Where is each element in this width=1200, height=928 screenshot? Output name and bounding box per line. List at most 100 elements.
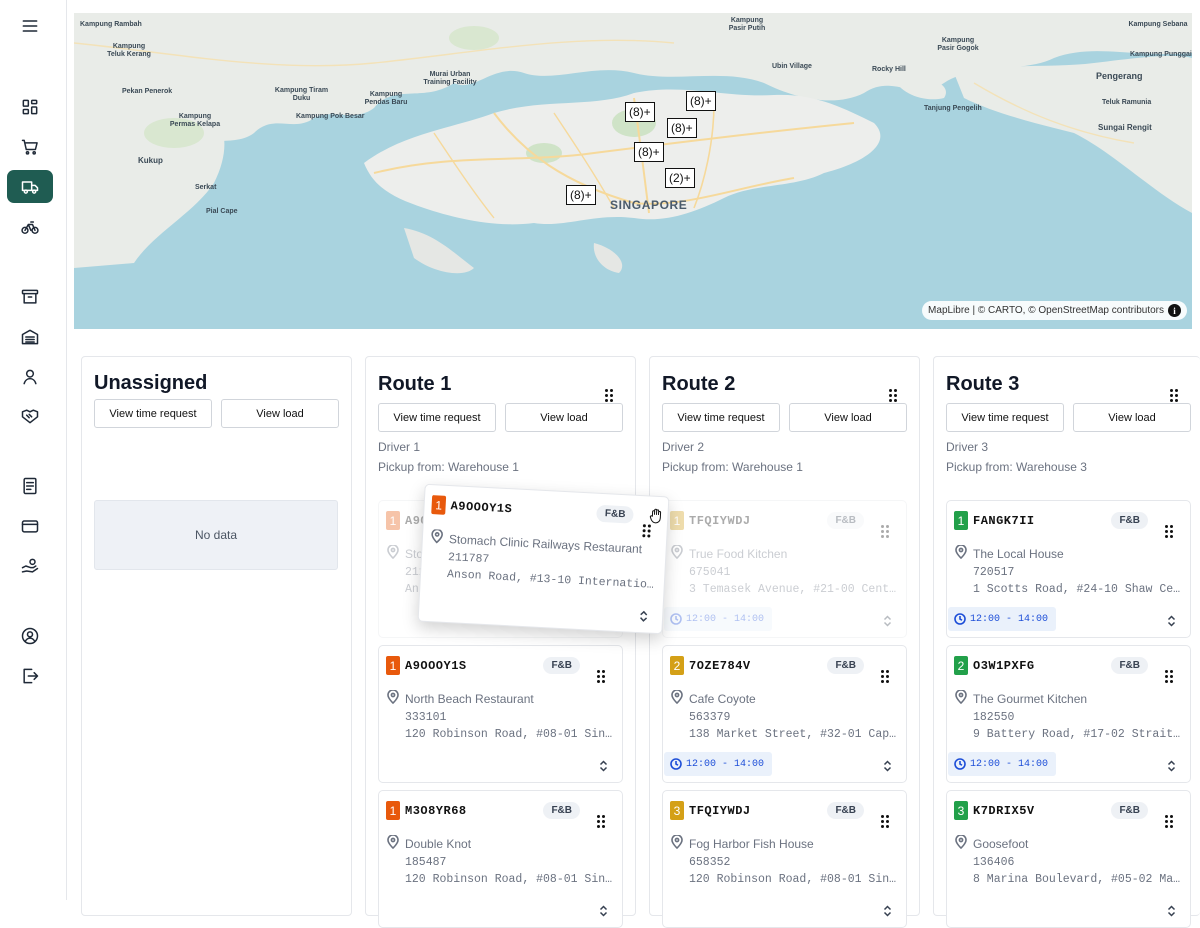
order-card[interactable]: 3 K7DRIX5V F&B Goosefoot 136406 8 Marina Boul… — [946, 790, 1191, 928]
drag-handle-icon[interactable] — [881, 660, 889, 683]
view-load-button[interactable]: View load — [1073, 403, 1191, 432]
view-time-request-button[interactable]: View time request — [662, 403, 780, 432]
order-card[interactable]: 1 TFQIYWDJ F&B True Food Kitchen 675041 3 Tem… — [662, 500, 907, 638]
expand-icon[interactable] — [1167, 759, 1176, 772]
column-drag-handle-icon[interactable] — [605, 379, 613, 402]
pickup-label: Pickup from: Warehouse 3 — [946, 460, 1087, 474]
route-map[interactable]: Kampung Rambah Kampung Teluk Kerang Peka… — [74, 13, 1192, 329]
time-window: 12:00 - 14:00 — [970, 758, 1049, 770]
location-pin-icon — [387, 834, 399, 850]
address-block: The Local House 720517 1 Scotts Road, #24-… — [973, 546, 1185, 599]
postal-code: 563379 — [689, 710, 731, 724]
map-place-label: Kampung Pasir Putih — [728, 17, 766, 32]
column-title: Route 1 — [378, 373, 452, 395]
postal-code: 720517 — [973, 565, 1015, 579]
expand-icon[interactable] — [883, 614, 892, 627]
driver-label: Driver 3 — [946, 440, 989, 454]
view-time-request-button[interactable]: View time request — [946, 403, 1064, 432]
credit-card-icon[interactable] — [8, 510, 52, 542]
expand-icon[interactable] — [883, 904, 892, 917]
view-load-button[interactable]: View load — [505, 403, 623, 432]
expand-icon[interactable] — [883, 759, 892, 772]
map-cluster-marker[interactable]: (2)+ — [665, 168, 695, 188]
street-address: 1 Scotts Road, #24-10 Shaw Centre — [973, 583, 1185, 596]
expand-icon[interactable] — [1167, 904, 1176, 917]
archive-icon[interactable] — [8, 281, 52, 313]
location-pin-icon — [671, 689, 683, 705]
location-name: The Local House — [973, 547, 1064, 561]
address-block: Double Knot 185487 120 Robinson Road, #08-… — [405, 836, 617, 889]
column-drag-handle-icon[interactable] — [889, 379, 897, 402]
map-place-label: Kampung Pok Besar — [296, 113, 365, 120]
sequence-badge: 1 — [954, 511, 968, 530]
drag-handle-icon[interactable] — [1165, 515, 1173, 538]
order-card[interactable]: 1 M3O8YR68 F&B Double Knot 185487 120 Robinso… — [378, 790, 623, 928]
menu-icon[interactable] — [8, 10, 52, 42]
order-code: M3O8YR68 — [405, 804, 467, 818]
view-time-request-button[interactable]: View time request — [378, 403, 496, 432]
time-window: 12:00 - 14:00 — [686, 758, 765, 770]
time-window-badge: 12:00 - 14:00 — [664, 752, 773, 776]
drag-handle-icon[interactable] — [1165, 660, 1173, 683]
drag-handle-icon[interactable] — [1165, 805, 1173, 828]
column-title: Route 2 — [662, 373, 736, 395]
street-address: 120 Robinson Road, #08-01 Singapore Land… — [689, 873, 901, 886]
sequence-badge: 1 — [431, 495, 447, 515]
map-cluster-marker[interactable]: (8)+ — [625, 102, 655, 122]
warehouse-icon[interactable] — [8, 321, 52, 353]
document-icon[interactable] — [8, 470, 52, 502]
dragging-order-card[interactable]: 1 A9OOOY1S F&B Stomach Clinic Railways R… — [417, 483, 670, 635]
column-drag-handle-icon[interactable] — [1170, 379, 1178, 402]
map-cluster-marker[interactable]: (8)+ — [686, 91, 716, 111]
map-cluster-marker[interactable]: (8)+ — [667, 118, 697, 138]
truck-icon[interactable] — [7, 170, 53, 203]
order-card[interactable]: 1 A9OOOY1S F&B North Beach Restaurant 333101… — [378, 645, 623, 783]
pickup-label: Pickup from: Warehouse 1 — [662, 460, 803, 474]
map-attribution: MapLibre | © CARTO, © OpenStreetMap cont… — [922, 301, 1187, 320]
clock-icon — [670, 613, 682, 625]
hand-coins-icon[interactable] — [8, 550, 52, 582]
map-place-label: Kampung Sebana — [1128, 21, 1188, 28]
drag-handle-icon[interactable] — [881, 805, 889, 828]
expand-icon[interactable] — [599, 759, 608, 772]
drag-handle-icon[interactable] — [597, 805, 605, 828]
sequence-badge: 3 — [954, 801, 968, 820]
order-card[interactable]: 2 O3W1PXFG F&B The Gourmet Kitchen 182550 9 B… — [946, 645, 1191, 783]
postal-code: 675041 — [689, 565, 731, 579]
handshake-icon[interactable] — [8, 400, 52, 432]
location-pin-icon — [671, 544, 683, 560]
user-circle-icon[interactable] — [8, 620, 52, 652]
order-card[interactable]: 1 FANGK7II F&B The Local House 720517 1 Scott… — [946, 500, 1191, 638]
map-place-label: Rocky Hill — [872, 66, 906, 73]
view-load-button[interactable]: View load — [789, 403, 907, 432]
view-time-request-button[interactable]: View time request — [94, 399, 212, 428]
map-cluster-marker[interactable]: (8)+ — [566, 185, 596, 205]
expand-icon[interactable] — [1167, 614, 1176, 627]
expand-icon[interactable] — [599, 904, 608, 917]
drag-handle-icon[interactable] — [881, 515, 889, 538]
map-place-label: Pial Cape — [206, 208, 238, 215]
route-column: Route 1 View time request View load Driver … — [365, 356, 636, 928]
map-place-label: Kukup — [138, 156, 163, 165]
street-address: 3 Temasek Avenue, #21-00 Centennial Towe… — [689, 583, 901, 596]
postal-code: 333101 — [405, 710, 447, 724]
map-place-label: Kampung Pasir Gogok — [937, 37, 979, 52]
cart-icon[interactable] — [8, 131, 52, 163]
dashboard-icon[interactable] — [8, 91, 52, 123]
drag-handle-icon[interactable] — [597, 660, 605, 683]
address-block: Stomach Clinic Railways Restaurant 21178… — [447, 531, 661, 595]
user-icon[interactable] — [8, 361, 52, 393]
location-pin-icon — [955, 834, 967, 850]
order-card[interactable]: 2 7OZE784V F&B Cafe Coyote 563379 138 Market … — [662, 645, 907, 783]
sidebar — [0, 0, 67, 900]
map-place-label: Pekan Penerok — [122, 88, 173, 95]
category-tag: F&B — [827, 802, 864, 819]
info-icon[interactable]: i — [1168, 304, 1181, 317]
expand-icon[interactable] — [639, 609, 649, 622]
bicycle-icon[interactable] — [8, 211, 52, 243]
logout-icon[interactable] — [8, 660, 52, 692]
map-cluster-marker[interactable]: (8)+ — [634, 142, 664, 162]
order-card[interactable]: 3 TFQIYWDJ F&B Fog Harbor Fish House 658352 1… — [662, 790, 907, 928]
order-code: 7OZE784V — [689, 659, 751, 673]
view-load-button[interactable]: View load — [221, 399, 339, 428]
